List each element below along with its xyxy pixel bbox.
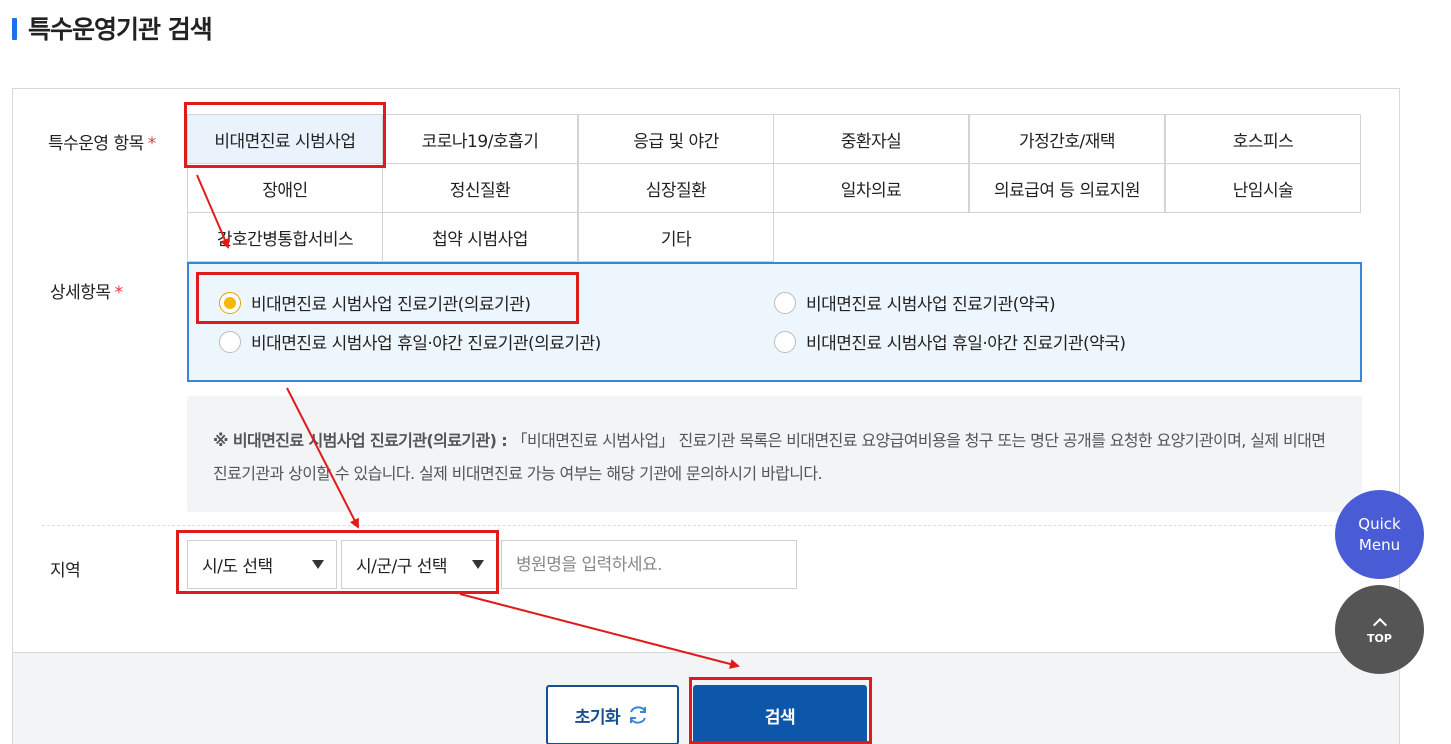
category-hospice[interactable]: 호스피스 (1165, 114, 1361, 164)
notice-box: ※ 비대면진료 시범사업 진료기관(의료기관) : 「비대면진료 시범사업」 진… (187, 396, 1362, 512)
detail-options-box: 비대면진료 시범사업 진료기관(의료기관) 비대면진료 시범사업 진료기관(약국… (187, 262, 1362, 382)
scroll-top-label: TOP (1367, 632, 1392, 645)
category-herbal-pilot[interactable]: 첩약 시범사업 (382, 212, 578, 262)
category-emergency-night[interactable]: 응급 및 야간 (578, 114, 774, 164)
category-telemedicine-pilot[interactable]: 비대면진료 시범사업 (187, 114, 383, 164)
category-other[interactable]: 기타 (578, 212, 774, 262)
radio-unchecked-icon[interactable] (774, 291, 796, 314)
required-mark: * (114, 283, 124, 303)
category-primary-care[interactable]: 일차의료 (773, 163, 969, 213)
quick-menu-button[interactable]: Quick Menu (1335, 490, 1424, 579)
caret-down-icon (472, 560, 484, 569)
scroll-top-button[interactable]: TOP (1335, 585, 1424, 674)
reset-button[interactable]: 초기화 (546, 685, 679, 744)
hospital-name-input[interactable] (501, 540, 797, 589)
category-integrated-nursing[interactable]: 간호간병통합서비스 (187, 212, 383, 262)
district-select-value: 시/군/구 선택 (356, 557, 448, 577)
caret-down-icon (312, 560, 324, 569)
detail-option-label: 비대면진료 시범사업 휴일·야간 진료기관(약국) (806, 334, 1126, 354)
category-medical-aid[interactable]: 의료급여 등 의료지원 (969, 163, 1165, 213)
category-mental-illness[interactable]: 정신질환 (382, 163, 578, 213)
detail-option-clinic[interactable]: 비대면진료 시범사업 진료기관(의료기관) (219, 290, 531, 315)
category-covid-respiratory[interactable]: 코로나19/호흡기 (382, 114, 578, 164)
detail-option-holiday-clinic[interactable]: 비대면진료 시범사업 휴일·야간 진료기관(의료기관) (219, 329, 601, 354)
title-accent-bar (12, 18, 17, 40)
refresh-icon (630, 706, 647, 724)
notice-title: ※ 비대면진료 시범사업 진료기관(의료기관) : (213, 431, 508, 450)
detail-items-label: 상세항목 * (50, 283, 124, 303)
quick-menu-label-line2: Menu (1358, 535, 1401, 554)
radio-unchecked-icon[interactable] (774, 330, 796, 353)
detail-option-label: 비대면진료 시범사업 휴일·야간 진료기관(의료기관) (251, 334, 601, 354)
detail-option-holiday-pharmacy[interactable]: 비대면진료 시범사업 휴일·야간 진료기관(약국) (774, 329, 1126, 354)
detail-option-pharmacy[interactable]: 비대면진료 시범사업 진료기관(약국) (774, 290, 1056, 315)
required-mark: * (147, 134, 157, 154)
category-infertility[interactable]: 난임시술 (1165, 163, 1361, 213)
category-icu[interactable]: 중환자실 (773, 114, 969, 164)
radio-checked-icon[interactable] (219, 291, 241, 314)
province-select[interactable]: 시/도 선택 (187, 540, 337, 589)
quick-menu-label-line1: Quick (1358, 514, 1401, 533)
divider (42, 525, 1362, 526)
category-heart-disease[interactable]: 심장질환 (578, 163, 774, 213)
detail-option-label: 비대면진료 시범사업 진료기관(의료기관) (251, 295, 531, 315)
radio-unchecked-icon[interactable] (219, 330, 241, 353)
region-label: 지역 (50, 561, 81, 581)
page-title: 특수운영기관 검색 (28, 15, 213, 44)
reset-button-label: 초기화 (574, 707, 621, 728)
chevron-up-icon (1372, 617, 1387, 633)
search-button[interactable]: 검색 (693, 685, 867, 744)
province-select-value: 시/도 선택 (202, 557, 273, 577)
detail-option-label: 비대면진료 시범사업 진료기관(약국) (806, 295, 1056, 315)
district-select[interactable]: 시/군/구 선택 (341, 540, 497, 589)
category-home-nursing[interactable]: 가정간호/재택 (969, 114, 1165, 164)
category-disability[interactable]: 장애인 (187, 163, 383, 213)
special-items-label: 특수운영 항목 * (48, 134, 157, 154)
